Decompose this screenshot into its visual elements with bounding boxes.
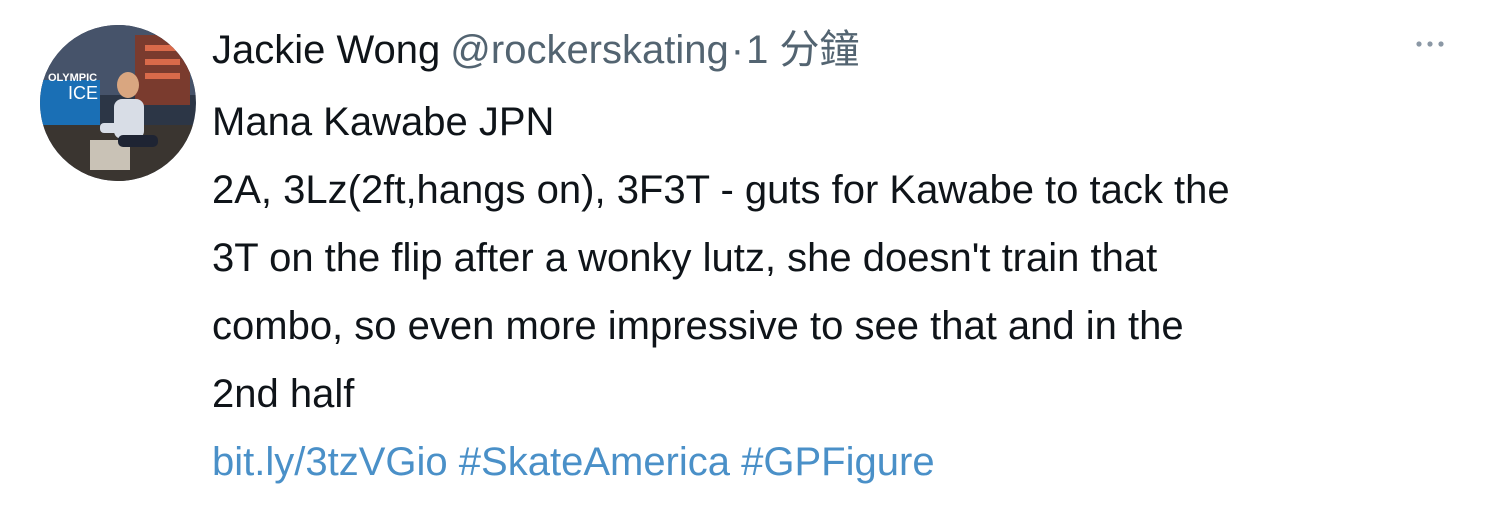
avatar-logo-ice: ICE xyxy=(68,83,98,103)
avatar[interactable]: OLYMPIC ICE xyxy=(40,25,196,181)
more-horizontal-icon[interactable] xyxy=(1408,30,1452,58)
tweet[interactable]: OLYMPIC ICE Jackie Wong @rockerskating ·… xyxy=(0,0,1487,510)
tweet-body: Jackie Wong @rockerskating · 1 分鐘 Mana K… xyxy=(212,22,1442,496)
tweet-links: bit.ly/3tzVGio #SkateAmerica #GPFigure xyxy=(212,428,1442,496)
tweet-text: Mana Kawabe JPN 2A, 3Lz(2ft,hangs on), 3… xyxy=(212,88,1442,428)
tweet-text-line: Mana Kawabe JPN xyxy=(212,100,555,144)
tweet-header: Jackie Wong @rockerskating · 1 分鐘 xyxy=(212,22,1442,78)
tweet-text-line: 2nd half xyxy=(212,372,355,416)
avatar-image: OLYMPIC ICE xyxy=(40,25,196,181)
header-separator: · xyxy=(730,28,745,72)
tweet-text-line: combo, so even more impressive to see th… xyxy=(212,304,1184,348)
user-handle[interactable]: @rockerskating xyxy=(450,22,728,78)
timestamp[interactable]: 1 分鐘 xyxy=(746,22,859,78)
display-name[interactable]: Jackie Wong xyxy=(212,22,440,78)
more-dots-icon xyxy=(1416,41,1444,47)
tweet-text-line: 3T on the flip after a wonky lutz, she d… xyxy=(212,236,1158,280)
tweet-text-line: 2A, 3Lz(2ft,hangs on), 3F3T - guts for K… xyxy=(212,168,1230,212)
hashtag-link[interactable]: #GPFigure xyxy=(741,440,934,484)
hashtag-link[interactable]: #SkateAmerica xyxy=(459,440,730,484)
tweet-url-link[interactable]: bit.ly/3tzVGio xyxy=(212,440,448,484)
